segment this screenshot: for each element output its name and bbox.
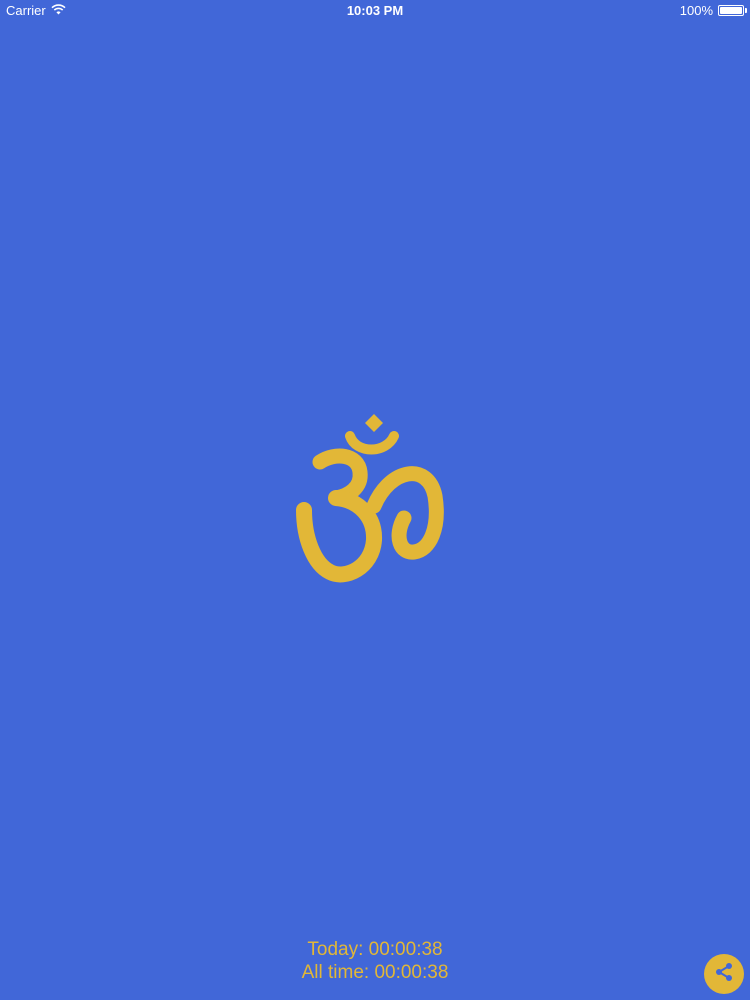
share-icon [713, 961, 735, 988]
status-right: 100% [679, 3, 747, 18]
all-time-timer: All time: 00:00:38 [301, 962, 449, 983]
battery-fill [720, 7, 742, 14]
battery-percent: 100% [679, 3, 713, 18]
today-timer: Today: 00:00:38 [307, 939, 443, 960]
om-icon[interactable] [290, 410, 460, 585]
session-timers: Today: 00:00:38 All time: 00:00:38 [0, 938, 750, 984]
status-bar: Carrier 10:03 PM 100% [0, 0, 750, 22]
share-button[interactable] [704, 954, 744, 994]
status-time: 10:03 PM [346, 3, 404, 18]
battery-icon [718, 5, 747, 16]
